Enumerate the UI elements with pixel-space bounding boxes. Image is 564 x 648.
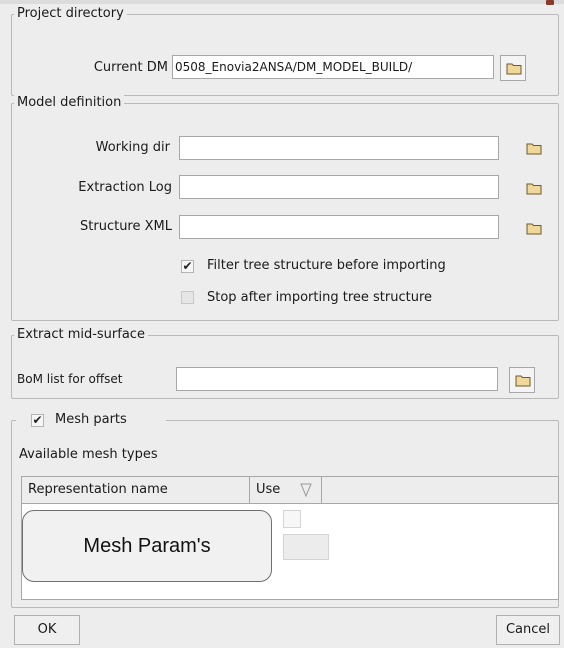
filter-tree-label: Filter tree structure before importing — [207, 258, 446, 273]
current-dm-label: Current DM — [93, 60, 168, 75]
mesh-parts-label: Mesh parts — [55, 412, 127, 427]
filter-tree-checkbox[interactable]: ✔ — [181, 260, 194, 273]
mesh-types-table-header: Representation name Use — [21, 476, 559, 504]
current-dm-browse-button[interactable] — [500, 55, 526, 81]
mesh-parts-checkbox[interactable]: ✔ — [31, 414, 44, 427]
bom-list-label: BoM list for offset — [17, 372, 123, 386]
column-header-use[interactable]: Use — [250, 477, 322, 503]
extraction-log-browse-button[interactable] — [521, 176, 547, 202]
working-dir-label: Working dir — [95, 140, 170, 155]
extraction-log-label: Extraction Log — [78, 180, 172, 195]
mesh-params-callout: Mesh Param's — [22, 510, 272, 582]
structure-xml-label: Structure XML — [80, 219, 172, 234]
sort-triangle-icon — [300, 483, 312, 497]
current-dm-field[interactable]: 0508_Enovia2ANSA/DM_MODEL_BUILD/ — [172, 55, 494, 79]
column-header-representation-name[interactable]: Representation name — [22, 477, 250, 503]
cancel-button[interactable]: Cancel — [496, 615, 560, 645]
available-mesh-types-label: Available mesh types — [19, 447, 158, 462]
working-dir-field[interactable] — [179, 136, 499, 160]
use-header-label: Use — [256, 482, 281, 497]
folder-icon — [526, 183, 542, 195]
checkmark-icon: ✔ — [182, 259, 193, 273]
working-dir-browse-button[interactable] — [521, 136, 547, 162]
folder-icon — [506, 63, 522, 75]
folder-icon — [515, 375, 531, 387]
ok-button[interactable]: OK — [14, 615, 80, 645]
stop-after-import-checkbox[interactable] — [181, 291, 194, 304]
bom-list-browse-button[interactable] — [509, 367, 535, 393]
structure-xml-browse-button[interactable] — [521, 216, 547, 242]
close-corner-mark — [546, 0, 554, 5]
model-definition-legend: Model definition — [14, 95, 125, 111]
extract-mid-surface-legend: Extract mid-surface — [14, 327, 148, 343]
checkmark-icon: ✔ — [32, 413, 43, 427]
use-checkbox-row-1[interactable] — [283, 510, 301, 528]
use-cell-row-2[interactable] — [283, 534, 329, 560]
folder-icon — [526, 143, 542, 155]
folder-icon — [526, 223, 542, 235]
top-edge-strip — [0, 0, 564, 4]
project-directory-legend: Project directory — [14, 6, 127, 22]
extraction-log-field[interactable] — [179, 175, 499, 199]
stop-after-import-label: Stop after importing tree structure — [207, 290, 433, 305]
structure-xml-field[interactable] — [179, 215, 499, 239]
bom-list-field[interactable] — [176, 367, 498, 391]
